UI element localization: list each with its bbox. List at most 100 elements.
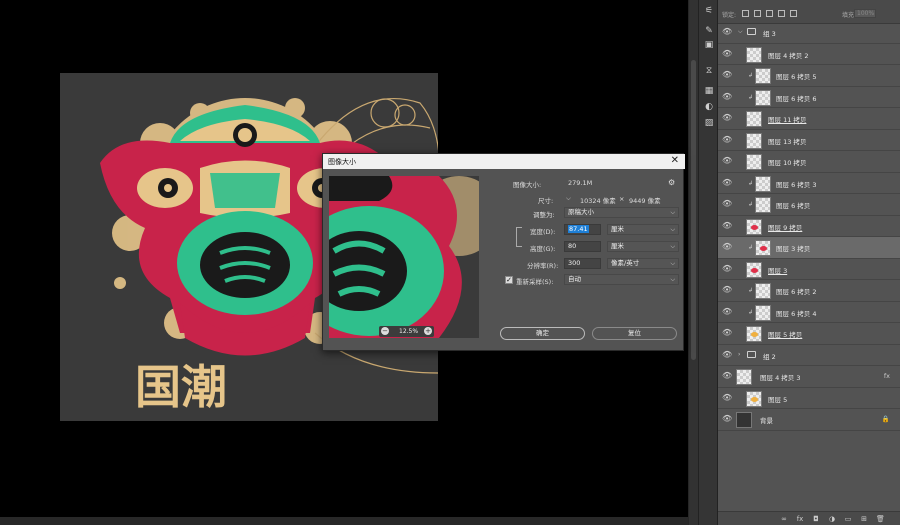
lock-label: 锁定: xyxy=(722,12,737,19)
visibility-eye-icon[interactable]: 👁 xyxy=(722,350,732,359)
ok-button[interactable]: 确定 xyxy=(500,327,585,340)
dimensions-height: 9449 像素 xyxy=(629,197,661,205)
new-layer-icon[interactable]: ⊞ xyxy=(860,515,868,523)
layer-row[interactable]: 👁 图层 10 拷贝 xyxy=(718,151,900,173)
lock-all-icon[interactable] xyxy=(790,10,797,17)
layer-row[interactable]: 👁 ⌵ 组 3 xyxy=(718,22,900,44)
layer-name: 图层 13 拷贝 xyxy=(768,137,807,146)
visibility-eye-icon[interactable]: 👁 xyxy=(722,221,732,230)
lock-artboard-icon[interactable] xyxy=(778,10,785,17)
zoom-out-icon[interactable]: − xyxy=(381,327,389,335)
visibility-eye-icon[interactable]: 👁 xyxy=(722,28,732,36)
layer-thumbnail xyxy=(746,218,762,235)
chevron-down-icon[interactable]: ⌵ xyxy=(566,194,571,203)
layer-name: 图层 3 拷贝 xyxy=(776,245,811,253)
adjustments-icon[interactable]: ⚟ xyxy=(703,6,715,16)
gear-icon[interactable]: ⚙ xyxy=(668,178,675,187)
layer-row[interactable]: 👁 ↲ 图层 3 拷贝 xyxy=(718,237,900,259)
image-preview[interactable]: − 12.5% + xyxy=(329,176,479,338)
link-icon[interactable]: ∞ xyxy=(780,515,788,523)
chevron-down-icon[interactable]: ⌵ xyxy=(738,28,743,36)
layer-row[interactable]: 👁 图层 4 拷贝 3 fx xyxy=(718,366,900,388)
fit-to-select[interactable]: 原稿大小 ⌵ xyxy=(564,207,679,218)
layer-row[interactable]: 👁 图层 11 拷贝 xyxy=(718,108,900,130)
lock-position-icon[interactable] xyxy=(766,10,773,17)
resolution-input[interactable]: 300 xyxy=(564,258,601,269)
visibility-eye-icon[interactable]: 👁 xyxy=(722,393,732,402)
vertical-scrollbar[interactable] xyxy=(688,0,698,525)
fx-icon[interactable]: fx xyxy=(796,515,804,523)
visibility-eye-icon[interactable]: 👁 xyxy=(722,71,732,79)
layer-thumbnail xyxy=(746,132,762,149)
fx-badge-icon[interactable]: fx xyxy=(884,372,890,380)
layer-row[interactable]: 👁 ↲ 图层 6 拷贝 2 xyxy=(718,280,900,302)
visibility-eye-icon[interactable]: 👁 xyxy=(722,114,732,122)
chevron-down-icon[interactable]: › xyxy=(738,351,740,358)
chevron-down-icon: ⌵ xyxy=(670,260,675,267)
resample-select[interactable]: 自动 ⌵ xyxy=(564,274,679,285)
dialog-title: 图像大小 xyxy=(328,158,356,166)
visibility-eye-icon[interactable]: 👁 xyxy=(722,157,732,165)
width-input[interactable]: 87.41 xyxy=(564,224,601,235)
layer-row[interactable]: 👁 ↲ 图层 6 拷贝 xyxy=(718,194,900,216)
visibility-eye-icon[interactable]: 👁 xyxy=(722,178,732,187)
visibility-eye-icon[interactable]: 👁 xyxy=(722,415,732,423)
visibility-eye-icon[interactable]: 👁 xyxy=(722,307,732,316)
layer-row[interactable]: 👁 ↲ 图层 6 拷贝 3 xyxy=(718,173,900,194)
image-icon[interactable]: ▨ xyxy=(703,118,715,128)
visibility-eye-icon[interactable]: 👁 xyxy=(722,92,732,101)
photoshop-window: 国潮 ⚟ ✎ ▣ ⧖ ▦ ◐ ▨ 锁定: 填充: 100% 👁 ⌵ 组 3 👁 图层 4… xyxy=(0,0,900,525)
scrollbar-thumb[interactable] xyxy=(691,60,696,360)
adjustment-layer-icon[interactable]: ◑ xyxy=(828,515,836,523)
visibility-eye-icon[interactable]: 👁 xyxy=(722,372,732,380)
visibility-eye-icon[interactable]: 👁 xyxy=(722,135,732,144)
close-icon[interactable]: ✕ xyxy=(671,155,679,166)
visibility-eye-icon[interactable]: 👁 xyxy=(722,49,732,58)
layers-panel-footer: ∞ fx ◘ ◑ ▭ ⊞ 🗑 xyxy=(718,511,900,525)
layer-row[interactable]: 👁 图层 3 xyxy=(718,259,900,280)
height-input[interactable]: 80 xyxy=(564,241,601,252)
layer-name: 图层 6 拷贝 6 xyxy=(776,94,817,103)
constrain-proportions-link[interactable] xyxy=(516,227,522,247)
grid-icon[interactable]: ▦ xyxy=(703,86,715,96)
layer-row[interactable]: 👁 图层 5 xyxy=(718,388,900,409)
layer-row[interactable]: 👁 背景 🔒 xyxy=(718,409,900,431)
resample-checkbox[interactable]: ✓ xyxy=(505,276,513,284)
layer-row[interactable]: 👁 图层 9 拷贝 xyxy=(718,216,900,237)
horizontal-scrollbar[interactable] xyxy=(0,517,688,525)
layer-row[interactable]: 👁 图层 13 拷贝 xyxy=(718,130,900,151)
new-group-icon[interactable]: ▭ xyxy=(844,515,852,523)
brush-icon[interactable]: ✎ xyxy=(703,26,715,36)
visibility-eye-icon[interactable]: 👁 xyxy=(722,286,732,294)
height-unit-select[interactable]: 厘米 ⌵ xyxy=(607,241,679,252)
layer-row[interactable]: 👁 › 组 2 xyxy=(718,345,900,366)
history-icon[interactable]: ⧖ xyxy=(703,66,715,76)
layer-row[interactable]: 👁 ↲ 图层 6 拷贝 5 xyxy=(718,65,900,87)
layer-thumbnail xyxy=(755,283,771,299)
width-unit-select[interactable]: 厘米 ⌵ xyxy=(607,224,679,235)
lock-transparent-icon[interactable] xyxy=(742,10,749,17)
visibility-eye-icon[interactable]: 👁 xyxy=(722,329,732,337)
properties-icon[interactable]: ▣ xyxy=(703,40,715,50)
lock-pixels-icon[interactable] xyxy=(754,10,761,17)
reset-button[interactable]: 复位 xyxy=(592,327,677,340)
delete-icon[interactable]: 🗑 xyxy=(876,515,885,523)
clipping-mask-icon: ↲ xyxy=(748,179,754,187)
layer-thumbnail xyxy=(746,326,762,342)
layer-row[interactable]: 👁 图层 4 拷贝 2 xyxy=(718,44,900,65)
layer-row[interactable]: 👁 ↲ 图层 6 拷贝 4 xyxy=(718,302,900,323)
visibility-eye-icon[interactable]: 👁 xyxy=(722,200,732,208)
resolution-unit-select[interactable]: 像素/英寸 ⌵ xyxy=(607,258,679,269)
resolution-label: 分辨率(R): xyxy=(527,262,559,270)
layer-row[interactable]: 👁 ↲ 图层 6 拷贝 6 xyxy=(718,87,900,108)
layer-row[interactable]: 👁 图层 5 拷贝 xyxy=(718,323,900,345)
dialog-titlebar[interactable]: 图像大小 ✕ xyxy=(323,154,685,169)
layer-name: 背景 xyxy=(760,417,773,425)
mask-icon[interactable]: ◘ xyxy=(812,515,820,523)
visibility-eye-icon[interactable]: 👁 xyxy=(722,264,732,273)
fill-input[interactable]: 100% xyxy=(854,9,876,18)
visibility-eye-icon[interactable]: 👁 xyxy=(722,243,732,251)
zoom-in-icon[interactable]: + xyxy=(424,327,432,335)
layer-thumbnail xyxy=(755,89,771,106)
color-icon[interactable]: ◐ xyxy=(703,102,715,112)
